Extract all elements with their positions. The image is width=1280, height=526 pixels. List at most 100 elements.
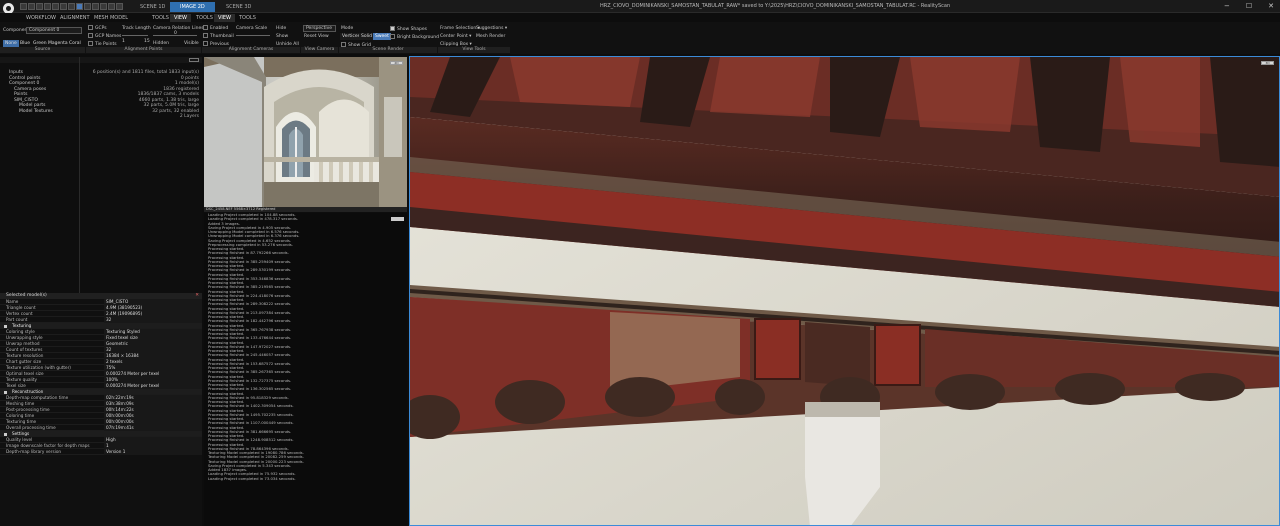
tree-item[interactable]: Component 0 1 model(s) [0, 81, 202, 86]
group-label-alignment-cameras: Alignment Cameras [202, 47, 300, 53]
tree-item-value: 2 Layers [179, 114, 199, 119]
badge-3d: 3D [1261, 61, 1274, 65]
projection-select[interactable]: Perspective [303, 25, 336, 32]
previous-check-icon [203, 41, 208, 46]
suggestions-button[interactable]: Suggestions ▾ [476, 26, 507, 31]
property-row: Depth-map library version Version 1 [0, 449, 202, 455]
layout-6-icon[interactable] [100, 3, 107, 10]
layout-4-icon[interactable] [84, 3, 91, 10]
window-controls: − ☐ ✕ [1224, 2, 1274, 10]
layout-2-icon[interactable] [68, 3, 75, 10]
menu-tools-3[interactable]: TOOLS [235, 14, 260, 22]
mode-solid-button[interactable]: Solid [359, 33, 374, 40]
mesh-render-button[interactable]: Mesh Render [476, 34, 505, 39]
tree-item-value: 1836/1837 cams, 3 models [137, 92, 199, 97]
frame-selection-button[interactable]: Frame Selection ▾ [440, 26, 480, 31]
group-label-scene-render: Scene Render [339, 47, 437, 53]
tree-item[interactable]: Camera poses 1836 registered [0, 87, 202, 92]
interior-photo [204, 57, 407, 212]
close-icon[interactable]: ✕ [1268, 2, 1274, 10]
thumbnail-check-icon [203, 33, 208, 38]
swatch-coral[interactable]: Coral [67, 40, 83, 47]
image-2d-view[interactable]: 2D DSC_2458.NEF 5568×3712 Registered [204, 57, 407, 212]
tree-item-label: Model Textures [19, 108, 53, 114]
property-key: Depth-map library version [6, 449, 62, 454]
quick-save-icon[interactable] [36, 3, 43, 10]
group-label-alignment-points: Alignment Points [86, 47, 201, 53]
mode-label: Mode [341, 26, 354, 31]
camera-scale-slider[interactable] [236, 35, 270, 36]
menu-mesh-model[interactable]: MESH MODEL [90, 14, 132, 22]
track-length-slider[interactable] [122, 35, 148, 36]
tree-item-value: 1 model(s) [174, 81, 199, 86]
menu-workflow[interactable]: WORKFLOW [22, 14, 60, 22]
layout-8-icon[interactable] [116, 3, 123, 10]
layout-1-icon[interactable] [60, 3, 67, 10]
tree-item[interactable]: 2 Layers [0, 114, 202, 119]
mode-sweet-button[interactable]: Sweet [373, 33, 391, 40]
panel-menu-icon[interactable] [189, 58, 199, 62]
tree-item-label: Points [14, 92, 28, 97]
track-length-label: Track Length [122, 26, 151, 31]
center-point-button[interactable]: Center Point ▾ [440, 34, 471, 39]
window-title: HRZ_CIOVO_DOMINIKANSKI_SAMOSTAN_TABULAT_… [600, 3, 951, 9]
tab-image-2d[interactable]: IMAGE 2D [170, 2, 215, 12]
group-label-view-tools: View Tools [438, 47, 510, 53]
camera-relation-visible: Visible [184, 41, 199, 46]
quick-open-icon[interactable] [28, 3, 35, 10]
maximize-icon[interactable]: ☐ [1246, 2, 1252, 10]
gcp-names-checkbox[interactable]: GCP Names [88, 33, 121, 39]
show-button[interactable]: Show [276, 34, 288, 39]
project-tree-panel: Inputs 6 position(s) and 1811 files, tota… [0, 57, 202, 293]
console-log-panel: Loading Project completed in 104.88 seco… [204, 213, 407, 526]
component-select[interactable]: Component 0 [26, 27, 82, 34]
menu-view[interactable]: VIEW [170, 14, 191, 22]
group-label-source: Source [0, 47, 85, 53]
tree-divider[interactable] [79, 57, 80, 293]
group-label-view-camera: View Camera [301, 47, 338, 53]
tree-item-label: Model parts [19, 103, 46, 108]
scene-3d-view[interactable]: 3D [409, 56, 1280, 526]
menu-view-2[interactable]: VIEW [214, 14, 235, 22]
badge-2d: 2D [390, 61, 403, 65]
property-value: Version 1 [106, 449, 126, 454]
tree-item[interactable]: Model Textures 32 parts, 32 enabled [0, 109, 202, 114]
bright-background-checkbox[interactable]: Bright Background [390, 34, 439, 40]
menu-bar: WORKFLOW ALIGNMENT MESH MODEL TOOLS VIEW… [0, 13, 1280, 22]
enabled-checkbox[interactable]: Enabled [203, 25, 228, 31]
track-max: 15 [144, 39, 150, 44]
tree-item[interactable]: Control points 0 points [0, 76, 202, 81]
properties-panel: Selected model(s) ✕ Name SIM_CISTO Triangl… [0, 293, 202, 526]
bright-background-check-icon [390, 34, 395, 39]
group-source: Component Component 0 None Blue Green Ma… [0, 23, 85, 53]
tree-item[interactable]: Inputs 6 position(s) and 1811 files, tota… [0, 70, 202, 75]
quick-undo-icon[interactable] [44, 3, 51, 10]
quick-new-icon[interactable] [20, 3, 27, 10]
show-shapes-checkbox[interactable]: Show Shapes [390, 26, 427, 32]
tab-scene-1d[interactable]: SCENE 1D [130, 2, 175, 12]
menu-alignment[interactable]: ALIGNMENT [56, 14, 94, 22]
layout-7-icon[interactable] [108, 3, 115, 10]
quick-redo-icon[interactable] [52, 3, 59, 10]
minimize-icon[interactable]: − [1224, 2, 1230, 10]
swatch-blue[interactable]: Blue [18, 40, 32, 47]
thumbnail-checkbox[interactable]: Thumbnail [203, 33, 234, 39]
log-line: Loading Project completed in 73.034 seco… [208, 475, 296, 481]
tree-item[interactable]: Model parts 32 parts, 5.0M tris, large [0, 103, 202, 108]
swatch-none[interactable]: None [3, 40, 19, 47]
layout-3-icon[interactable] [76, 3, 83, 10]
tree-item-value: 4660 parts, 1.38 tris, large [138, 97, 199, 103]
tree-item-label: SIM_CISTO [14, 97, 38, 103]
tree-item[interactable]: Points 1836/1837 cams, 3 models [0, 92, 202, 97]
tree-item[interactable]: SIM_CISTO 4660 parts, 1.38 tris, large [0, 98, 202, 103]
log-menu-icon[interactable] [391, 217, 404, 221]
textured-ceiling-model [410, 57, 1279, 525]
tab-scene-3d[interactable]: SCENE 3D [216, 2, 261, 12]
group-view-camera: Perspective Reset View View Camera [301, 23, 338, 53]
layout-5-icon[interactable] [92, 3, 99, 10]
group-view-tools: Frame Selection ▾ Suggestions ▾ Center P… [438, 23, 510, 53]
gcps-checkbox[interactable]: GCPs [88, 25, 107, 31]
hide-button[interactable]: Hide [276, 26, 286, 31]
tree-item-value: 32 parts, 32 enabled [152, 108, 199, 114]
reset-view-button[interactable]: Reset View [304, 34, 329, 39]
